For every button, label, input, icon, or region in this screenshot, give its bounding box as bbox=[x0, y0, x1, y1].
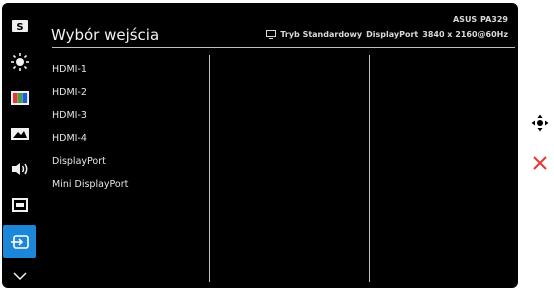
input-options-list: HDMI-1 HDMI-2 HDMI-3 HDMI-4 DisplayPort … bbox=[52, 58, 128, 196]
option-displayport[interactable]: DisplayPort bbox=[52, 150, 128, 173]
sidebar-item-pip[interactable] bbox=[3, 188, 36, 221]
option-hdmi-3[interactable]: HDMI-3 bbox=[52, 104, 128, 127]
sidebar-item-input-select[interactable] bbox=[3, 225, 36, 258]
resolution-status: 3840 x 2160@60Hz bbox=[422, 30, 508, 39]
navigation-joystick-icon bbox=[531, 114, 548, 132]
sidebar-item-color[interactable] bbox=[3, 81, 36, 114]
osd-header: Wybór wejścia ASUS PA329 Tryb Standardow… bbox=[40, 10, 514, 46]
column-divider-2 bbox=[369, 55, 370, 282]
header-divider bbox=[52, 47, 515, 48]
option-mini-displayport[interactable]: Mini DisplayPort bbox=[52, 173, 128, 196]
mode-status: Tryb Standardowy bbox=[280, 30, 363, 39]
color-icon bbox=[10, 90, 29, 105]
navigation-control[interactable] bbox=[529, 112, 550, 134]
option-hdmi-2[interactable]: HDMI-2 bbox=[52, 81, 128, 104]
status-bar: Tryb Standardowy DisplayPort 3840 x 2160… bbox=[266, 30, 508, 39]
option-hdmi-4[interactable]: HDMI-4 bbox=[52, 127, 128, 150]
pip-icon bbox=[11, 197, 28, 212]
monitor-icon bbox=[266, 30, 277, 39]
image-icon bbox=[10, 127, 29, 140]
sidebar-item-splendid[interactable]: S bbox=[3, 9, 36, 42]
model-name: ASUS PA329 bbox=[452, 15, 508, 24]
input-select-icon bbox=[10, 234, 29, 249]
sidebar-item-image[interactable] bbox=[3, 117, 36, 150]
column-divider-1 bbox=[209, 55, 210, 282]
sound-icon bbox=[11, 162, 27, 175]
page-title: Wybór wejścia bbox=[51, 26, 160, 44]
brightness-icon bbox=[10, 52, 29, 71]
splendid-s-icon: S bbox=[11, 19, 28, 33]
option-hdmi-1[interactable]: HDMI-1 bbox=[52, 58, 128, 81]
close-control[interactable] bbox=[529, 152, 550, 174]
chevron-down-icon bbox=[12, 271, 27, 280]
close-x-icon bbox=[532, 156, 547, 170]
splendid-s-label: S bbox=[16, 22, 23, 33]
input-status: DisplayPort bbox=[366, 30, 419, 39]
sidebar-scroll-down[interactable] bbox=[3, 259, 36, 292]
sidebar-item-brightness[interactable] bbox=[3, 45, 36, 78]
sidebar-item-sound[interactable] bbox=[3, 152, 36, 185]
